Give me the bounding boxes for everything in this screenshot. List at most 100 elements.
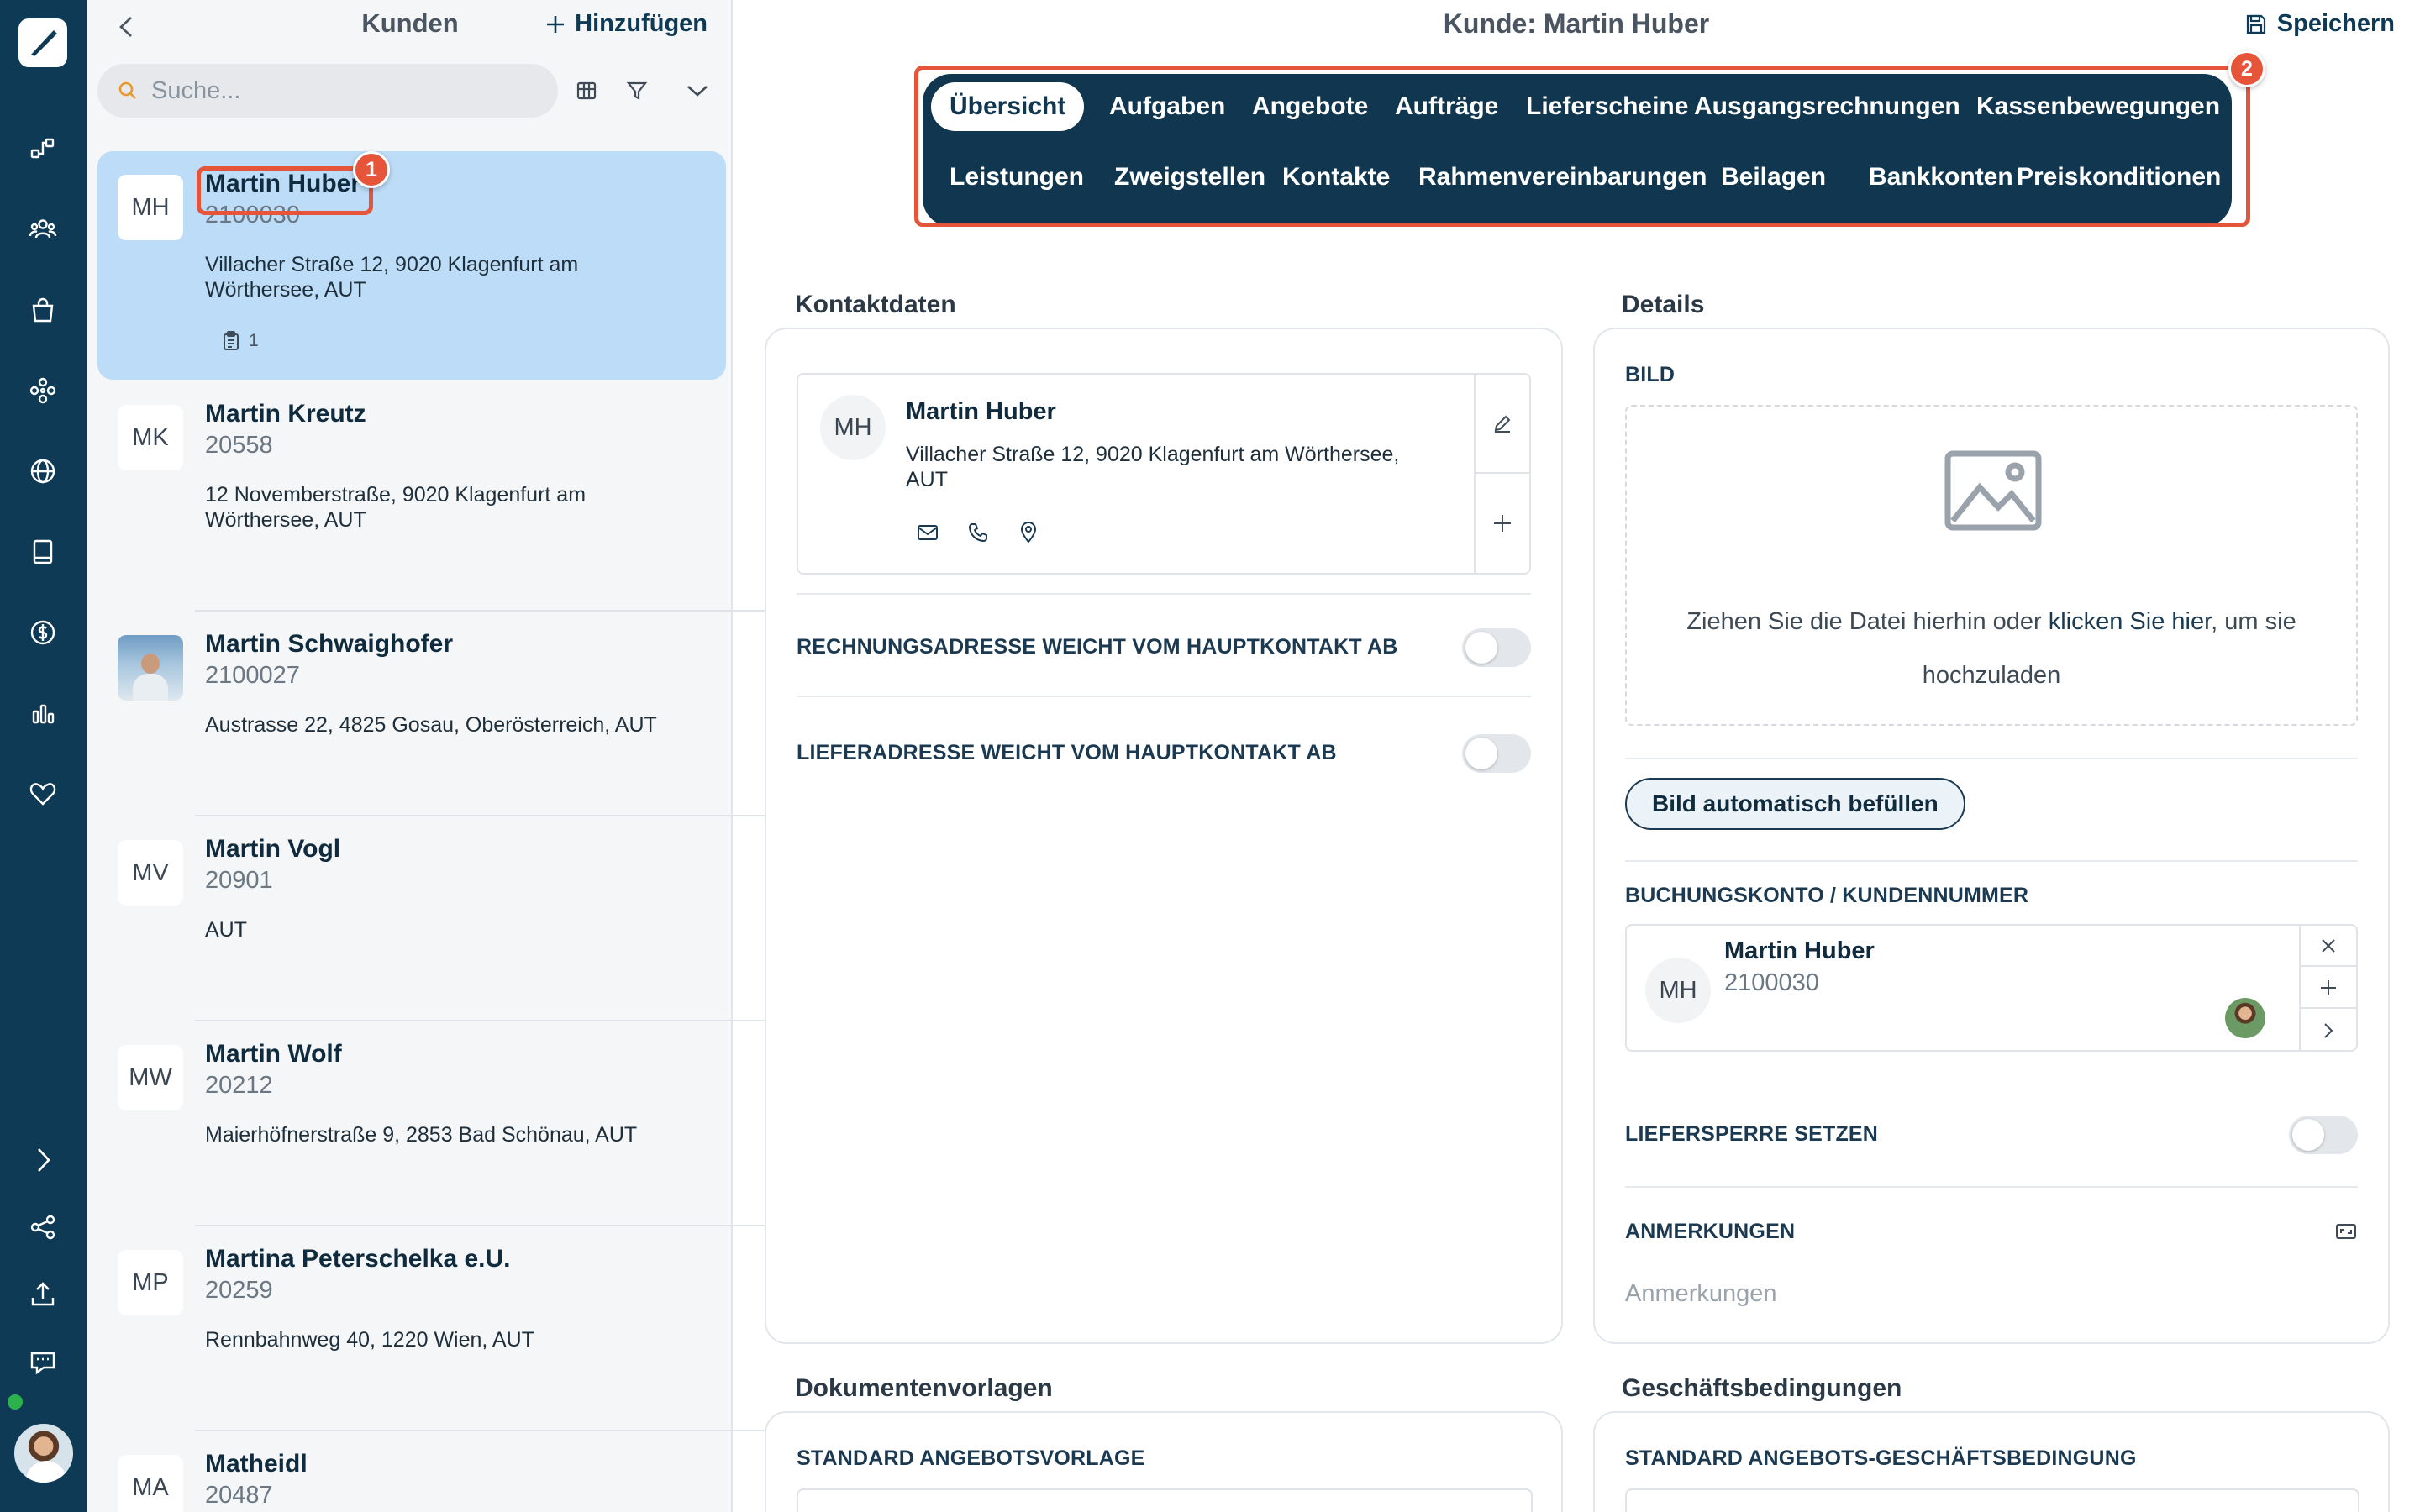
customer-name: Martin Kreutz <box>205 400 366 428</box>
customer-avatar: MH <box>118 175 183 240</box>
customer-photo-avatar <box>118 635 183 701</box>
delivery-address-toggle-label: LIEFERADRESSE WEICHT VOM HAUPTKONTAKT AB <box>797 741 1337 764</box>
customer-list-item[interactable]: MA Matheidl 20487 <box>97 1431 726 1512</box>
chat-icon[interactable] <box>24 1342 62 1381</box>
search-field[interactable] <box>97 64 558 118</box>
app-logo-icon[interactable] <box>18 18 67 67</box>
customer-number: 20487 <box>205 1482 273 1509</box>
notes-label: ANMERKUNGEN <box>1625 1220 1796 1243</box>
flow-icon[interactable] <box>24 129 62 168</box>
customer-avatar: MK <box>118 405 183 470</box>
customer-name: Martin Schwaighofer <box>205 630 454 658</box>
customer-list-item[interactable]: MK Martin Kreutz 20558 12 Novemberstraße… <box>97 381 726 583</box>
customer-avatar: MW <box>118 1045 183 1110</box>
customer-avatar: MP <box>118 1250 183 1315</box>
account-number: 2100030 <box>1724 969 1819 996</box>
bar-chart-icon[interactable] <box>24 694 62 732</box>
notes-input[interactable]: Anmerkungen <box>1625 1280 1777 1308</box>
contact-actions <box>1474 375 1529 573</box>
image-placeholder-icon <box>1944 450 2042 531</box>
search-input[interactable] <box>151 76 521 105</box>
shopping-bag-icon[interactable] <box>24 291 62 329</box>
contact-avatar: MH <box>820 395 886 460</box>
chevron-right-icon[interactable] <box>24 1141 62 1179</box>
delivery-block-label: LIEFERSPERRE SETZEN <box>1625 1122 1879 1146</box>
customer-list-item[interactable]: MV Martin Vogl 20901 AUT <box>97 816 726 1018</box>
templates-section-title: Dokumentenvorlagen <box>795 1374 1053 1402</box>
table-view-icon[interactable] <box>570 74 603 108</box>
add-contact-button[interactable] <box>1476 474 1529 573</box>
contact-section-title: Kontaktdaten <box>795 291 956 318</box>
customer-address: Maierhöfnerstraße 9, 2853 Bad Schönau, A… <box>205 1123 638 1147</box>
customer-address: 12 Novemberstraße, 9020 Klagenfurt am Wö… <box>205 483 587 532</box>
customer-list-item[interactable]: Martin Schwaighofer 2100027 Austrasse 22… <box>97 612 726 813</box>
customer-number: 20558 <box>205 432 273 459</box>
dropzone-text: Ziehen Sie die Datei hierhin oder klicke… <box>1660 595 2323 702</box>
billing-address-toggle[interactable] <box>1462 628 1531 667</box>
document-count: 1 <box>249 331 259 350</box>
divider <box>797 593 1531 595</box>
open-account-button[interactable] <box>2301 1010 2356 1051</box>
customer-address: Austrasse 22, 4825 Gosau, Oberösterreich… <box>205 713 657 737</box>
book-icon[interactable] <box>24 533 62 571</box>
callout-highlight-1 <box>197 166 373 215</box>
default-offer-template-select[interactable] <box>797 1488 1533 1512</box>
delivery-address-toggle[interactable] <box>1462 734 1531 773</box>
contact-address: Villacher Straße 12, 9020 Klagenfurt am … <box>906 443 1400 491</box>
delivery-block-toggle[interactable] <box>2289 1116 2358 1154</box>
customer-list-item[interactable]: MH Martin Huber 2100030 Villacher Straße… <box>97 151 726 380</box>
default-offer-terms-label: STANDARD ANGEBOTS-GESCHÄFTSBEDINGUNG <box>1625 1446 2137 1470</box>
expand-notes-icon[interactable] <box>2334 1221 2358 1242</box>
default-offer-terms-select[interactable] <box>1625 1488 2360 1512</box>
edit-contact-button[interactable] <box>1476 375 1529 474</box>
plus-icon <box>1494 515 1511 532</box>
save-label: Speichern <box>2276 10 2395 37</box>
share-icon[interactable] <box>24 1208 62 1247</box>
image-label: BILD <box>1625 363 1676 386</box>
customer-address: Villacher Straße 12, 9020 Klagenfurt am … <box>205 253 579 302</box>
add-account-button[interactable] <box>2301 968 2356 1009</box>
heart-icon[interactable] <box>24 774 62 813</box>
customer-number: 2100027 <box>205 662 300 689</box>
dollar-icon[interactable] <box>24 613 62 652</box>
location-pin-icon[interactable] <box>1015 519 1042 546</box>
upload-link[interactable]: klicken Sie hier <box>2049 608 2211 635</box>
customer-list-item[interactable]: MP Martina Peterschelka e.U. 20259 Rennb… <box>97 1226 726 1428</box>
modules-icon[interactable] <box>24 371 62 410</box>
customer-number: 20212 <box>205 1072 273 1099</box>
clear-account-button[interactable] <box>2301 926 2356 967</box>
account-label: BUCHUNGSKONTO / KUNDENNUMMER <box>1625 884 2029 907</box>
save-button[interactable]: Speichern <box>2245 10 2395 38</box>
callout-highlight-2 <box>914 66 2250 227</box>
customer-list-item[interactable]: MW Martin Wolf 20212 Maierhöfnerstraße 9… <box>97 1021 726 1223</box>
default-offer-template-label: STANDARD ANGEBOTSVORLAGE <box>797 1446 1145 1470</box>
upload-icon[interactable] <box>24 1275 62 1314</box>
clipboard-icon <box>224 331 239 350</box>
autofill-image-button[interactable]: Bild automatisch befüllen <box>1625 778 1965 830</box>
account-avatar: MH <box>1645 958 1711 1023</box>
customer-number: 20901 <box>205 867 273 894</box>
assigned-user-avatar <box>2225 998 2265 1038</box>
contact-name: Martin Huber <box>906 398 1056 425</box>
pencil-icon <box>1494 415 1511 433</box>
account-box: MH Martin Huber 2100030 <box>1625 924 2358 1052</box>
close-icon <box>2322 938 2335 953</box>
customer-name: Matheidl <box>205 1450 308 1478</box>
customer-name: Martin Wolf <box>205 1040 342 1068</box>
chevron-down-icon[interactable] <box>681 74 714 108</box>
globe-icon[interactable] <box>24 452 62 491</box>
filter-icon[interactable] <box>620 74 654 108</box>
divider <box>797 696 1531 697</box>
users-icon[interactable] <box>24 210 62 249</box>
divider <box>1625 758 2358 759</box>
plus-icon <box>547 15 565 33</box>
online-status-indicator <box>8 1394 23 1410</box>
user-avatar[interactable] <box>12 1421 76 1485</box>
add-customer-button[interactable]: Hinzufügen <box>544 10 708 38</box>
callout-badge-1: 1 <box>353 151 390 188</box>
image-dropzone[interactable]: Ziehen Sie die Datei hierhin oder klicke… <box>1625 405 2358 726</box>
back-button[interactable] <box>111 12 141 42</box>
mail-icon[interactable] <box>914 519 941 546</box>
dropzone-text-before: Ziehen Sie die Datei hierhin oder <box>1686 608 2049 635</box>
phone-icon[interactable] <box>965 519 992 546</box>
